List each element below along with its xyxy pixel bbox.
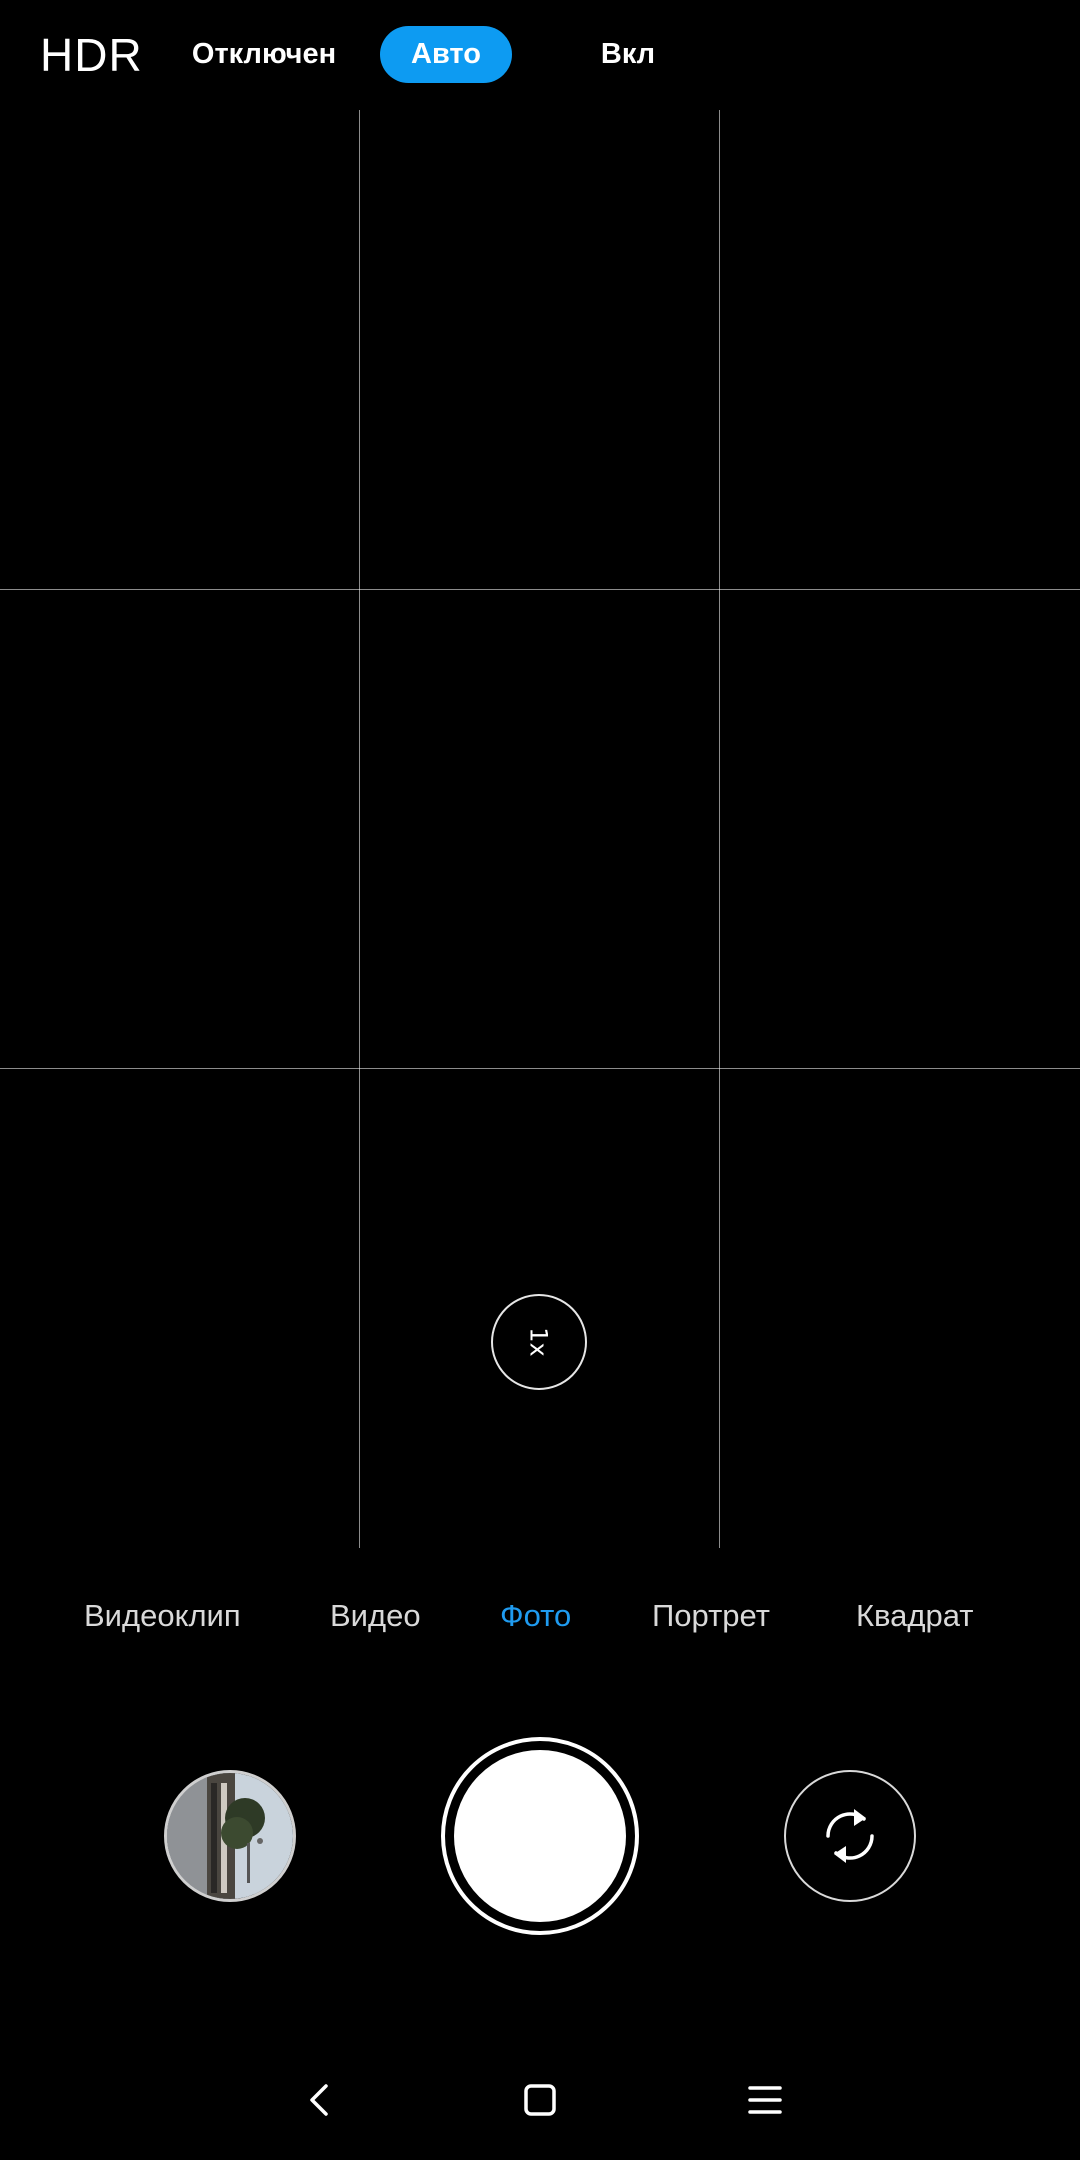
mode-video[interactable]: Видео [330,1598,421,1634]
recents-button[interactable] [735,2070,795,2130]
mode-square[interactable]: Квадрат [856,1598,974,1634]
hdr-bar: HDR Отключен Авто Вкл [0,0,1080,110]
hdr-option-auto[interactable]: Авто [380,26,512,83]
mode-portrait[interactable]: Портрет [652,1598,770,1634]
mode-photo[interactable]: Фото [500,1598,571,1634]
home-icon [524,2084,556,2116]
navigation-bar [0,2040,1080,2150]
grid-line-horizontal-2 [0,1068,1080,1069]
hdr-option-on[interactable]: Вкл [580,26,676,83]
shutter-inner [454,1750,626,1922]
grid-line-horizontal-1 [0,589,1080,590]
switch-camera-button[interactable] [784,1770,916,1902]
camera-switch-icon [826,1809,874,1863]
grid-line-vertical-1 [359,110,360,1548]
hdr-option-off[interactable]: Отключен [186,26,342,83]
back-icon [310,2084,328,2116]
camera-viewfinder[interactable]: 1x [0,110,1080,1548]
back-button[interactable] [290,2070,350,2130]
grid-line-vertical-2 [719,110,720,1548]
shutter-button[interactable] [441,1737,639,1935]
zoom-button[interactable]: 1x [491,1294,587,1390]
home-button[interactable] [510,2070,570,2130]
mode-videoclip[interactable]: Видеоклип [84,1598,241,1634]
gallery-thumbnail-image [167,1773,293,1899]
hdr-label: HDR [40,29,143,81]
zoom-label: 1x [524,1327,553,1357]
menu-icon [748,2086,782,2114]
gallery-thumbnail[interactable] [164,1770,296,1902]
mode-selector: Видеоклип Видео Фото Портрет Квадрат [0,1590,1080,1650]
